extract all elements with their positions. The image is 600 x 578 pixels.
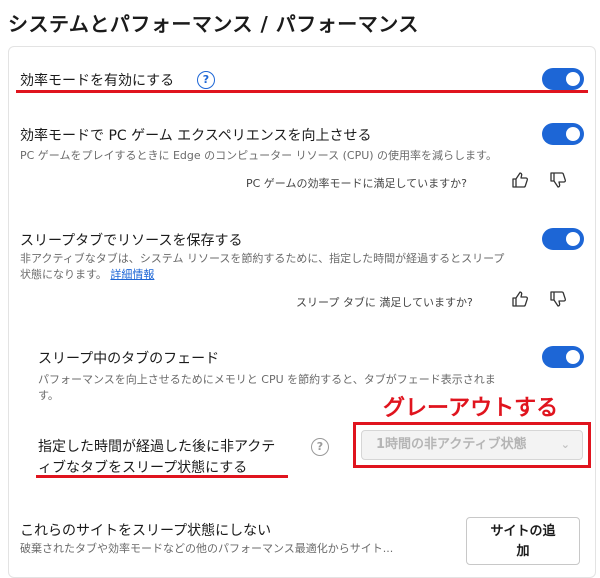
sleeping-tabs-toggle[interactable] <box>542 228 584 250</box>
highlight-underline <box>16 90 588 93</box>
pc-game-toggle[interactable] <box>542 123 584 145</box>
thumbs-up-icon[interactable] <box>510 289 530 309</box>
learn-more-link[interactable]: 詳細情報 <box>110 268 154 281</box>
pc-game-label: 効率モードで PC ゲーム エクスペリエンスを向上させる <box>20 128 372 144</box>
add-site-button[interactable]: サイトの追 加 <box>466 517 580 565</box>
efficiency-mode-toggle[interactable] <box>542 68 584 90</box>
help-icon[interactable]: ? <box>311 438 329 456</box>
chevron-down-icon: ⌄ <box>560 438 570 451</box>
efficiency-mode-label: 効率モードを有効にする <box>20 73 175 89</box>
pc-game-description: PC ゲームをプレイするときに Edge のコンピューター リソース (CPU)… <box>20 149 497 162</box>
add-site-button-line1: サイトの追 <box>490 524 556 539</box>
fade-description-line2: す。 <box>38 389 59 402</box>
thumbs-down-icon[interactable] <box>548 289 568 309</box>
sleeping-tabs-feedback-text: スリープ タブに 満足していますか? <box>296 296 473 309</box>
inactive-timer-label-line1: 指定した時間が経過した後に非アクテ <box>38 439 276 455</box>
sleeping-tabs-description-line1: 非アクティブなタブは、システム リソースを節約するために、指定した時間が経過する… <box>20 252 505 265</box>
help-icon[interactable]: ? <box>197 71 215 89</box>
sleeping-tabs-description-text: 状態になります。 <box>20 268 107 281</box>
fade-label: スリープ中のタブのフェード <box>38 351 220 367</box>
inactive-timer-selected-value: 1時間の非アクティブ状態 <box>376 437 527 452</box>
fade-toggle[interactable] <box>542 346 584 368</box>
sleeping-tabs-label: スリープタブでリソースを保存する <box>20 233 243 249</box>
annotation-label: グレーアウトする <box>383 396 559 421</box>
never-sleep-label: これらのサイトをスリープ状態にしない <box>20 523 272 539</box>
sleeping-tabs-description-line2: 状態になります。 詳細情報 <box>20 267 154 283</box>
never-sleep-description: 破棄されたタブや効率モードなどの他のパフォーマンス最適化からサイト... <box>20 542 394 555</box>
fade-description-line1: パフォーマンスを向上させるためにメモリと CPU を節約すると、タブがフェード表… <box>38 373 496 386</box>
inactive-timer-select[interactable]: 1時間の非アクティブ状態 ⌄ <box>361 430 583 460</box>
thumbs-down-icon[interactable] <box>548 170 568 190</box>
pc-game-feedback-text: PC ゲームの効率モードに満足していますか? <box>246 177 467 190</box>
add-site-button-line2: 加 <box>516 544 530 559</box>
thumbs-up-icon[interactable] <box>510 170 530 190</box>
page-title: システムとパフォーマンス / パフォーマンス <box>8 12 419 36</box>
highlight-underline <box>36 475 288 478</box>
inactive-timer-label-line2: ィブなタブをスリープ状態にする <box>38 460 248 476</box>
